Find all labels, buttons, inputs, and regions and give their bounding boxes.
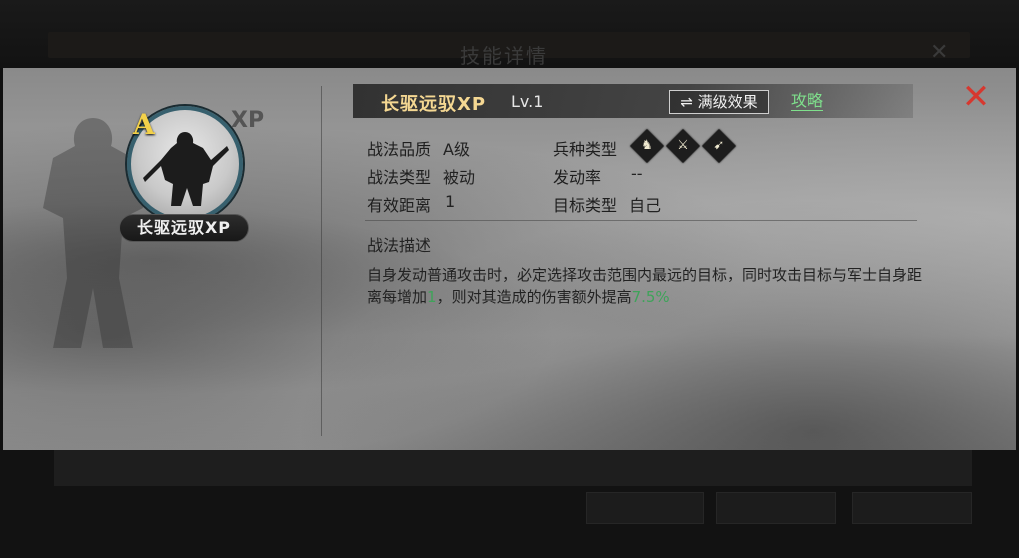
infantry-icon: ⚔ [666,129,700,163]
background-close-icon: ✕ [930,40,949,65]
background-footer [0,450,1019,558]
quality-value: A级 [443,140,470,159]
quality-label: 战法品质 [367,140,432,159]
screen: 技能详情 ✕ A XP 长驱远驭XP 长驱远驭XP Lv.1 ⇌ 满级效果 攻略… [0,0,1019,558]
guide-link[interactable]: 攻略 [791,92,824,111]
grade-badge: A [133,108,155,141]
description-highlight: 1 [427,288,437,306]
target-type-label: 目标类型 [553,196,618,215]
skill-name-plate: 长驱远驭XP [119,214,249,242]
description-part: ，则对其造成的伤害额外提高 [436,288,632,306]
xp-tag: XP [231,108,265,133]
archer-icon: ➹ [702,129,736,163]
cavalry-icon: ♞ [630,129,664,163]
trigger-rate-label: 发动率 [553,168,602,187]
type-label: 战法类型 [367,168,432,187]
background-button [716,492,836,524]
background-button [852,492,972,524]
unit-type-label: 兵种类型 [553,140,618,159]
target-type-value: 自己 [629,196,662,215]
background-title: 技能详情 [460,44,548,68]
background-panel [54,450,972,486]
max-level-effect-label: 满级效果 [697,93,758,111]
range-value: 1 [445,192,456,211]
skill-title: 长驱远驭XP [381,94,487,115]
range-label: 有效距离 [367,196,432,215]
description-text: 自身发动普通攻击时，必定选择攻击范围内最远的目标，同时攻击目标与军士自身距离每增… [367,264,927,308]
vertical-divider [321,86,322,436]
swap-icon: ⇌ [680,93,693,111]
trigger-rate-value: -- [631,164,643,183]
skill-level: Lv.1 [511,92,544,111]
close-icon[interactable]: ✕ [961,80,991,114]
description-highlight: 7.5% [631,288,670,306]
background-header: 技能详情 ✕ [0,0,1019,68]
background-button [586,492,704,524]
skill-detail-modal: A XP 长驱远驭XP 长驱远驭XP Lv.1 ⇌ 满级效果 攻略 ✕ 战法品质… [3,68,1016,450]
max-level-effect-button[interactable]: ⇌ 满级效果 [669,90,769,114]
description-title: 战法描述 [367,236,432,255]
horizontal-divider [365,220,917,221]
type-value: 被动 [443,168,476,187]
